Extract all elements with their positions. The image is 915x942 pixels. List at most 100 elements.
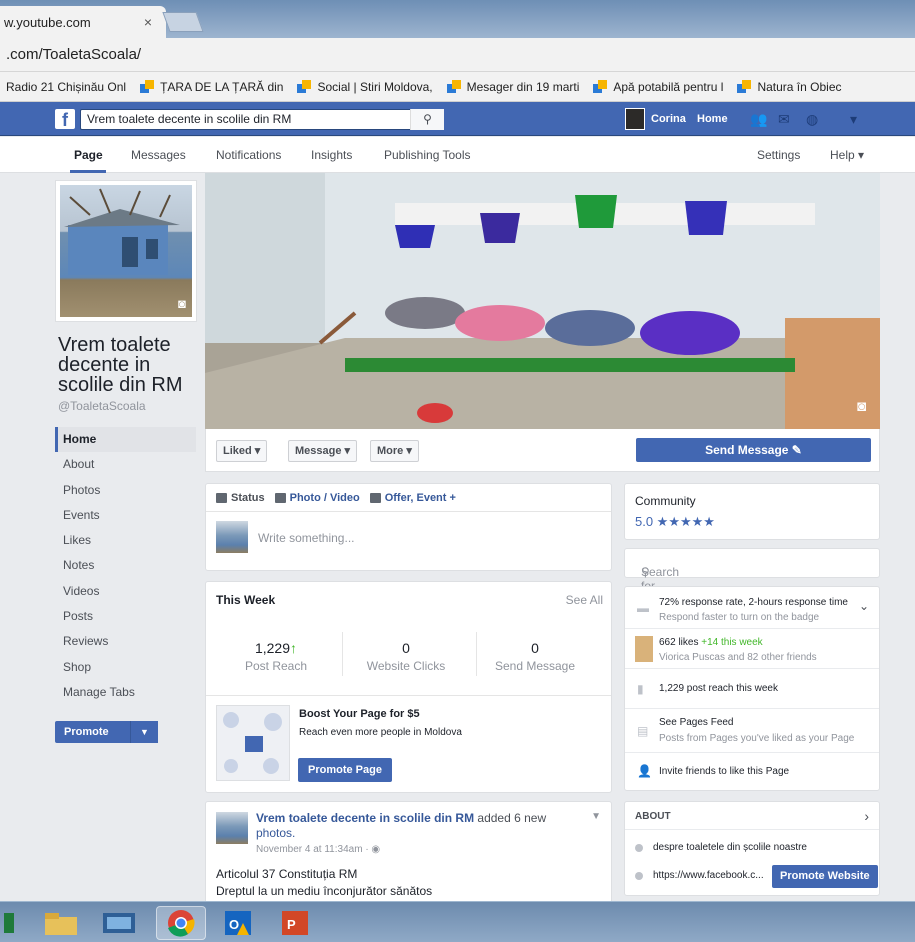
stat-send-message[interactable]: 0 Send Message xyxy=(470,640,600,673)
add-friend-icon: 👤 xyxy=(637,764,652,778)
about-panel: ABOUT › despre toaletele din școlile noa… xyxy=(624,801,880,896)
bar-chart-icon: ▮ xyxy=(637,682,644,696)
nav-item-reviews[interactable]: Reviews xyxy=(55,629,196,654)
send-message-button[interactable]: Send Message ✎ xyxy=(636,438,871,462)
windows-taskbar: O P xyxy=(0,901,915,942)
messages-icon[interactable]: ✉ xyxy=(778,111,790,128)
active-tab-indicator xyxy=(70,170,106,173)
profile-picture[interactable]: ◙ xyxy=(55,180,197,322)
nav-item-likes[interactable]: Likes xyxy=(55,528,196,553)
nav-item-notes[interactable]: Notes xyxy=(55,553,196,578)
bookmark-item[interactable]: ȚARA DE LA ȚARĂ din xyxy=(140,79,283,94)
close-icon[interactable]: × xyxy=(144,14,152,30)
search-posts-input[interactable]: ⚲ Search for posts on this Page xyxy=(624,548,880,635)
response-rate-row[interactable]: ▬ 72% response rate, 2-hours response ti… xyxy=(625,587,879,629)
chevron-down-icon[interactable]: ▼ xyxy=(591,811,601,822)
bookmark-item[interactable]: Radio 21 Chișinău Onl xyxy=(6,80,126,94)
bookmark-item[interactable]: Natura în Obiec xyxy=(737,79,842,94)
boost-illustration xyxy=(216,705,290,781)
excel-icon[interactable] xyxy=(0,906,18,940)
tab-page[interactable]: Page xyxy=(74,148,103,162)
nav-item-videos[interactable]: Videos xyxy=(55,579,196,604)
more-button[interactable]: More ▾ xyxy=(370,440,419,462)
nav-item-shop[interactable]: Shop xyxy=(55,655,196,680)
tab-settings[interactable]: Settings xyxy=(757,148,800,162)
likes-row[interactable]: 662 likes +14 this week Viorica Puscas a… xyxy=(625,629,879,669)
tab-help[interactable]: Help ▾ xyxy=(830,148,864,162)
new-tab-button[interactable] xyxy=(162,12,204,32)
chevron-down-icon[interactable]: ▼ xyxy=(130,721,158,743)
boost-subtitle: Reach even more people in Moldova xyxy=(299,727,462,738)
composer-input[interactable]: Write something... xyxy=(258,531,354,545)
about-website[interactable]: https://www.facebook.c... xyxy=(635,870,764,881)
page-username: @ToaletaScoala xyxy=(58,399,146,413)
nav-item-events[interactable]: Events xyxy=(55,503,196,528)
camera-icon[interactable]: ◙ xyxy=(178,296,186,311)
search-input[interactable]: Vrem toalete decente in scolile din RM xyxy=(80,109,444,130)
community-rating[interactable]: 5.0 ★★★★★ xyxy=(635,514,715,530)
liked-button[interactable]: Liked ▾ xyxy=(216,440,268,462)
promote-page-button[interactable]: Promote Page xyxy=(298,758,392,782)
address-bar[interactable]: .com/ToaletaScoala/ xyxy=(0,38,915,72)
friend-requests-icon[interactable]: 👥 xyxy=(750,111,767,128)
file-explorer-icon[interactable] xyxy=(36,906,86,940)
browser-tab[interactable]: w.youtube.com × xyxy=(0,6,166,38)
facebook-logo-icon[interactable]: f xyxy=(55,109,75,130)
facebook-top-bar: f Vrem toalete decente in scolile din RM… xyxy=(0,102,915,136)
profile-link[interactable]: Corina xyxy=(625,108,686,130)
pencil-icon xyxy=(216,492,227,503)
svg-text:P: P xyxy=(287,917,296,932)
page-avatar[interactable] xyxy=(216,812,248,844)
about-description: despre toaletele din școlile noastre xyxy=(635,842,807,853)
about-header[interactable]: ABOUT › xyxy=(625,802,879,830)
post-timestamp[interactable]: November 4 at 11:34am · ◉ xyxy=(256,844,380,855)
notifications-icon[interactable]: ◍ xyxy=(806,111,818,128)
composer-tab-photo-video[interactable]: Photo / Video xyxy=(274,492,360,504)
post-reach-row[interactable]: ▮ 1,229 post reach this week xyxy=(625,669,879,709)
page-stats-panel: ▬ 72% response rate, 2-hours response ti… xyxy=(624,586,880,791)
bookmark-icon xyxy=(297,79,312,94)
message-button[interactable]: Message ▾ xyxy=(288,440,358,462)
promote-website-button[interactable]: Promote Website xyxy=(772,865,878,888)
media-player-icon[interactable] xyxy=(94,906,144,940)
about-title: ABOUT xyxy=(635,811,671,822)
stat-website-clicks[interactable]: 0 Website Clicks xyxy=(341,640,471,673)
powerpoint-icon[interactable]: P xyxy=(270,906,320,940)
nav-item-home[interactable]: Home xyxy=(55,427,196,453)
avatar xyxy=(625,108,645,130)
community-panel: Community 5.0 ★★★★★ xyxy=(624,483,880,540)
boost-title: Boost Your Page for $5 xyxy=(299,708,420,720)
chrome-icon[interactable] xyxy=(156,906,206,940)
invite-friends-row[interactable]: 👤 Invite friends to like this Page xyxy=(625,753,879,790)
search-icon[interactable]: ⚲ xyxy=(410,109,444,130)
composer-tab-offer-event[interactable]: Offer, Event + xyxy=(369,492,456,504)
chevron-down-icon[interactable]: ⌄ xyxy=(859,599,869,613)
bookmark-icon xyxy=(593,79,608,94)
tab-insights[interactable]: Insights xyxy=(311,148,352,162)
stat-post-reach[interactable]: 1,229↑ Post Reach xyxy=(211,640,341,673)
tab-messages[interactable]: Messages xyxy=(131,148,186,162)
nav-item-posts[interactable]: Posts xyxy=(55,604,196,629)
camera-icon[interactable]: ◙ xyxy=(857,398,866,415)
tab-notifications[interactable]: Notifications xyxy=(216,148,281,162)
tab-publishing-tools[interactable]: Publishing Tools xyxy=(384,148,471,162)
page-avatar xyxy=(216,521,248,553)
pages-feed-row[interactable]: ▤ See Pages Feed Posts from Pages you've… xyxy=(625,709,879,753)
home-link[interactable]: Home xyxy=(697,113,728,125)
chat-icon: ▬ xyxy=(637,601,649,615)
nav-item-manage-tabs[interactable]: Manage Tabs xyxy=(55,680,196,705)
bookmark-item[interactable]: Mesager din 19 marti xyxy=(446,79,579,94)
account-menu-icon[interactable]: ▾ xyxy=(850,111,857,128)
composer-tab-status[interactable]: Status xyxy=(216,492,265,504)
nav-item-about[interactable]: About xyxy=(55,452,196,477)
chevron-right-icon[interactable]: › xyxy=(864,808,869,824)
see-all-link[interactable]: See All xyxy=(566,593,603,607)
post-author-link[interactable]: Vrem toalete decente in scolile din RM xyxy=(256,811,474,825)
page-title: Vrem toalete decente in scolile din RM xyxy=(58,334,183,396)
outlook-icon[interactable]: O xyxy=(213,906,263,940)
bookmark-item[interactable]: Apă potabilă pentru l xyxy=(593,79,723,94)
post-photos-link[interactable]: photos. xyxy=(256,826,295,840)
nav-item-photos[interactable]: Photos xyxy=(55,478,196,503)
bookmark-item[interactable]: Social | Stiri Moldova, xyxy=(297,79,433,94)
cover-photo[interactable]: ◙ xyxy=(205,173,880,429)
